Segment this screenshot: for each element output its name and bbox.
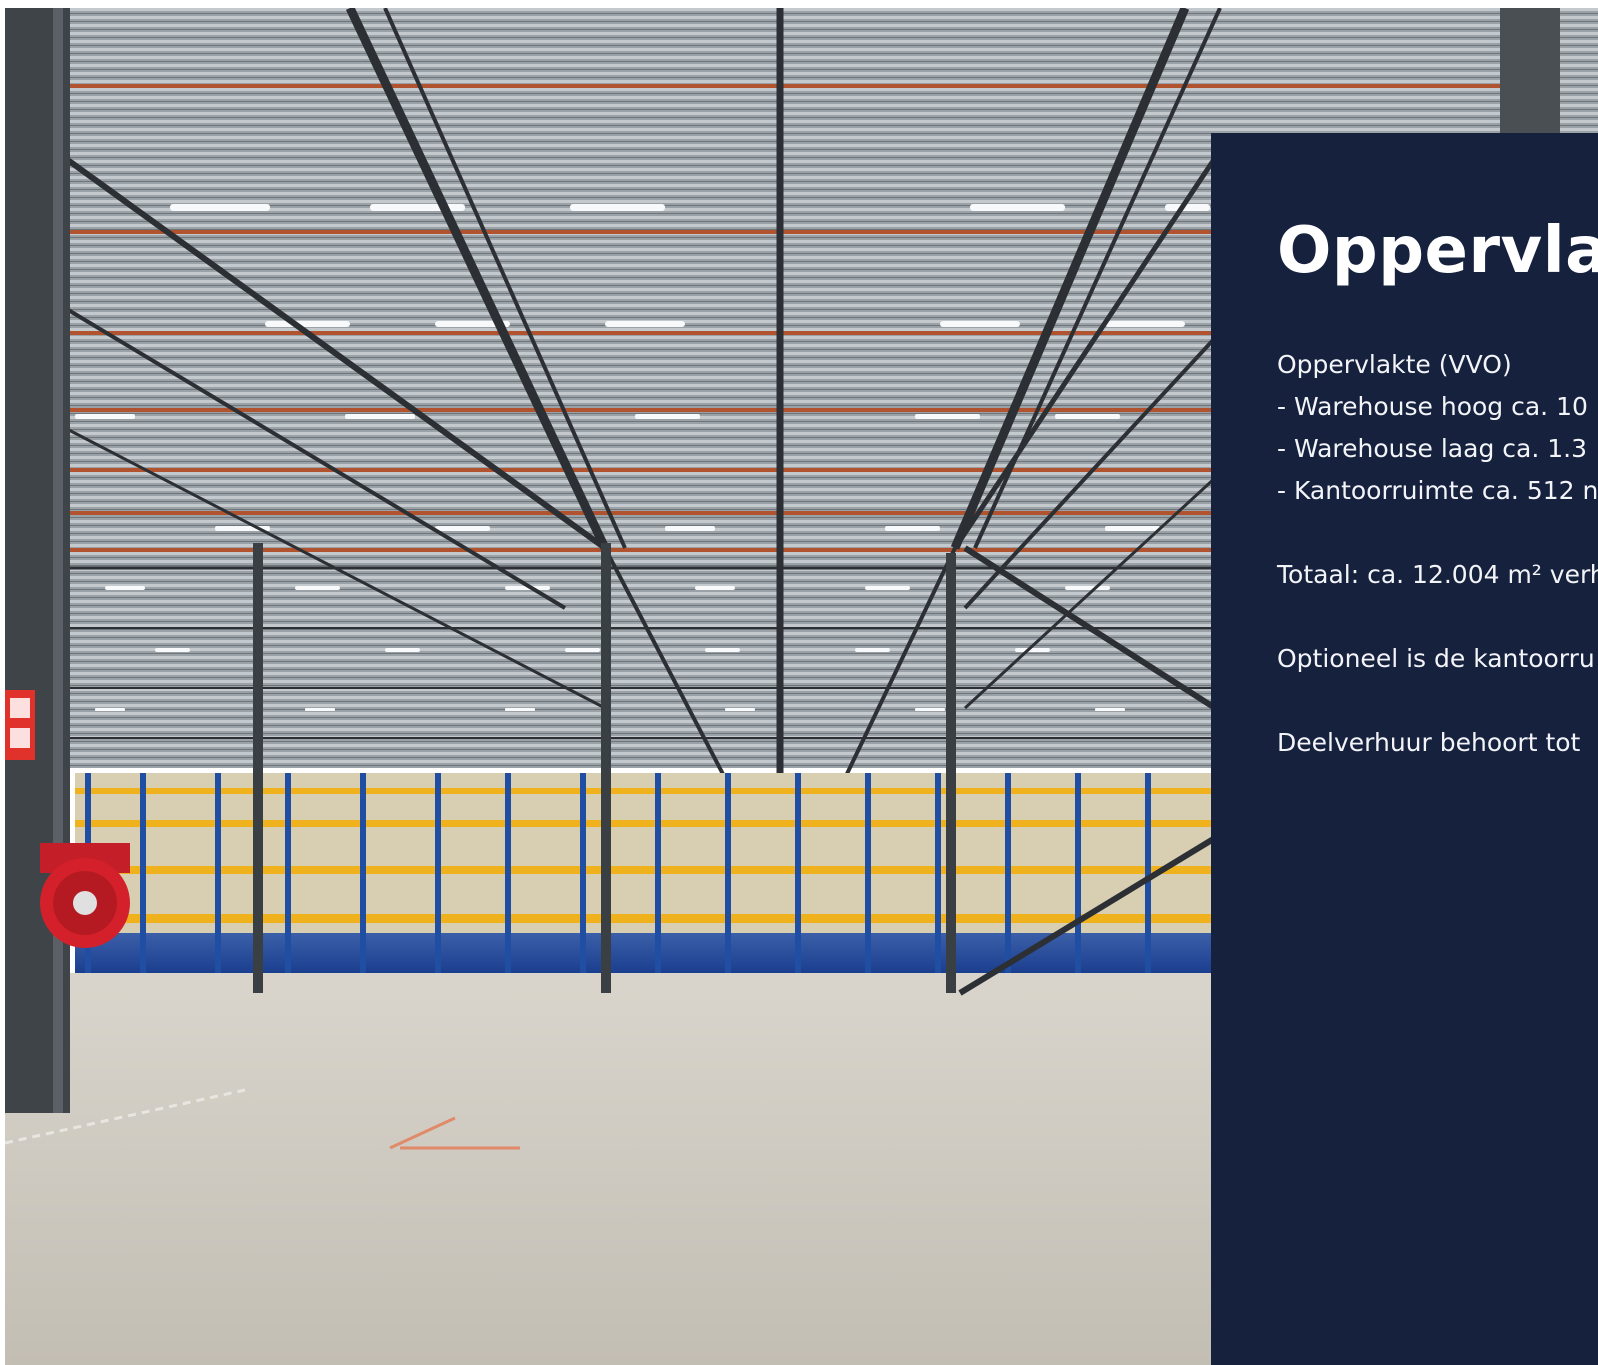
page-title: Oppervlak — [1277, 214, 1598, 288]
warehouse-high-line: - Warehouse hoog ca. 10 — [1277, 392, 1588, 421]
info-panel: Oppervlak Oppervlakte (VVO) - Warehouse … — [1211, 133, 1598, 1365]
fire-hose-reel-icon — [40, 843, 130, 948]
warehouse-low-line: - Warehouse laag ca. 1.3 — [1277, 434, 1587, 463]
fire-sign-icon — [5, 690, 35, 760]
optional-line: Optioneel is de kantoorru — [1277, 644, 1595, 673]
partial-lease-line: Deelverhuur behoort tot — [1277, 728, 1581, 757]
total-line: Totaal: ca. 12.004 m² verh — [1277, 560, 1598, 589]
office-space-line: - Kantoorruimte ca. 512 n — [1277, 476, 1598, 505]
surface-heading: Oppervlakte (VVO) — [1277, 350, 1512, 379]
